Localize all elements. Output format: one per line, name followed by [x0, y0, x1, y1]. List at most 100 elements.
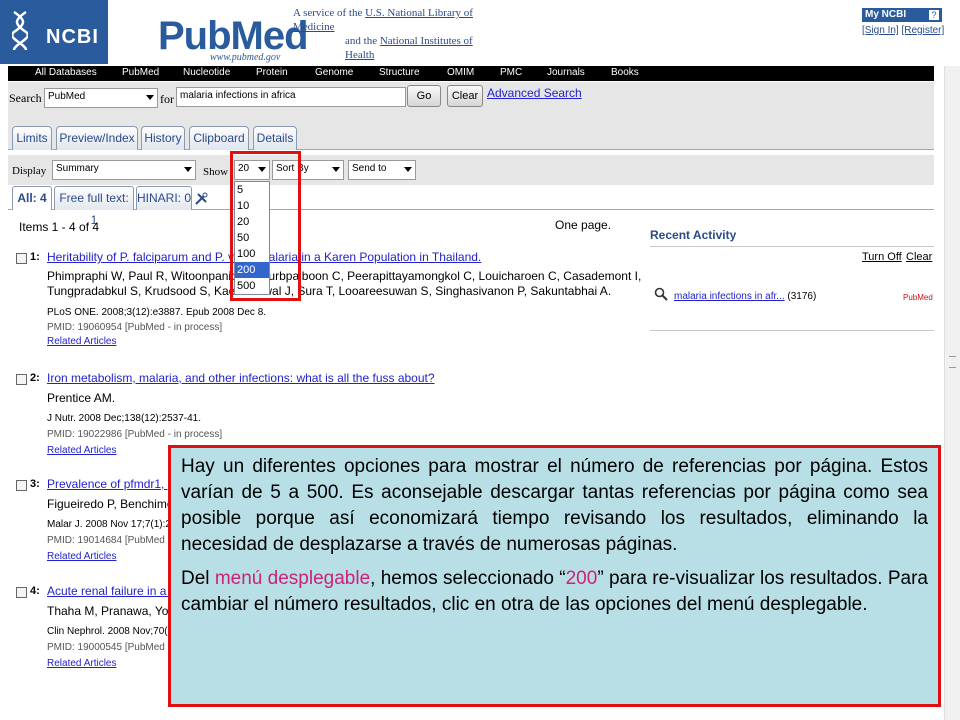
- nav-all-databases[interactable]: All Databases: [35, 67, 97, 78]
- my-ncbi-links: [Sign In] [Register]: [862, 25, 944, 36]
- recent-search-item: malaria infections in afr... (3176): [674, 291, 816, 302]
- display-format-value: Summary: [56, 163, 99, 174]
- nav-genome[interactable]: Genome: [315, 67, 353, 78]
- subtab-free-full-text[interactable]: Free full text: 1: [54, 186, 134, 227]
- result-journal: PLoS ONE. 2008;3(12):e3887. Epub 2008 De…: [47, 307, 267, 318]
- chevron-down-icon: [332, 167, 340, 172]
- search-input[interactable]: malaria infections in africa: [176, 87, 406, 107]
- chevron-down-icon: [146, 95, 154, 100]
- result-number: 2:: [30, 372, 40, 384]
- nav-nucleotide[interactable]: Nucleotide: [183, 67, 230, 78]
- clear-button[interactable]: Clear: [447, 85, 483, 107]
- result-pmid: PMID: 19060954 [PubMed - in process]: [47, 322, 223, 333]
- divider: [650, 330, 934, 331]
- result-journal: J Nutr. 2008 Dec;138(12):2537-41.: [47, 413, 201, 424]
- tab-clipboard[interactable]: Clipboard: [189, 126, 249, 150]
- callout-highlight-200: 200: [565, 568, 598, 589]
- result-title-link[interactable]: Acute renal failure in a pa: [47, 584, 183, 598]
- callout-text-a: Del: [181, 568, 215, 589]
- send-to-value: Send to: [352, 163, 387, 174]
- result-number: 1:: [30, 251, 40, 263]
- callout-highlight-menu: menú desplegable: [214, 568, 371, 589]
- related-articles-link[interactable]: Related Articles: [47, 336, 116, 347]
- ncbi-logo[interactable]: NCBI: [0, 0, 108, 64]
- nav-books[interactable]: Books: [611, 67, 639, 78]
- nav-structure[interactable]: Structure: [379, 67, 420, 78]
- result-checkbox[interactable]: [16, 480, 27, 491]
- recent-search-db: PubMed: [903, 293, 933, 302]
- recent-search-count: (3176): [784, 291, 817, 302]
- result-item: 1: Heritability of P. falciparum and P. …: [16, 250, 641, 350]
- result-authors: Thaha M, Pranawa, Yogia: [47, 604, 185, 618]
- display-format-select[interactable]: Summary: [52, 160, 196, 180]
- database-select[interactable]: PubMed: [44, 88, 158, 108]
- divider: [650, 246, 934, 247]
- advanced-search-link[interactable]: Advanced Search: [487, 86, 582, 100]
- result-checkbox[interactable]: [16, 587, 27, 598]
- go-button[interactable]: Go: [407, 85, 441, 107]
- chevron-down-icon: [404, 167, 412, 172]
- database-select-value: PubMed: [48, 91, 86, 102]
- dropdown-highlight-box: [230, 151, 301, 301]
- result-pmid: PMID: 19022986 [PubMed - in process]: [47, 429, 223, 440]
- subtab-hinari[interactable]: HINARI: 0: [136, 186, 192, 210]
- result-authors: Phimpraphi W, Paul R, Witoonpanich B, Tu…: [47, 269, 642, 283]
- callout-text-b: , hemos seleccionado “: [370, 568, 566, 589]
- send-to-select[interactable]: Send to: [348, 160, 416, 180]
- dna-helix-icon: [12, 10, 28, 51]
- tab-history[interactable]: History: [141, 126, 185, 150]
- filter-subtabs: All: 4 Free full text: 1 HINARI: 0: [8, 185, 934, 227]
- nav-protein[interactable]: Protein: [256, 67, 288, 78]
- related-articles-link[interactable]: Related Articles: [47, 551, 116, 562]
- result-authors-cont: Tungpradabkul S, Krudsood S, Kaewkunwal …: [47, 284, 612, 298]
- result-checkbox[interactable]: [16, 253, 27, 264]
- pubmed-url: www.pubmed.gov: [210, 52, 281, 63]
- recent-activity-title: Recent Activity: [650, 228, 737, 242]
- items-count: Items 1 - 4 of 4: [19, 220, 100, 234]
- show-label: Show: [203, 166, 229, 178]
- related-articles-link[interactable]: Related Articles: [47, 658, 116, 669]
- nav-journals[interactable]: Journals: [547, 67, 585, 78]
- register-link[interactable]: [Register]: [901, 25, 944, 36]
- tab-details[interactable]: Details: [253, 126, 297, 150]
- chevron-down-icon: [184, 167, 192, 172]
- result-checkbox[interactable]: [16, 374, 27, 385]
- search-bar: Search PubMed for malaria infections in …: [8, 82, 934, 112]
- recent-search-link[interactable]: malaria infections in afr...: [674, 291, 785, 302]
- turn-off-link[interactable]: Turn Off: [862, 251, 902, 263]
- explanation-callout: Hay un diferentes opciones para mostrar …: [168, 445, 941, 707]
- nav-pubmed[interactable]: PubMed: [122, 67, 159, 78]
- database-nav-bar: All Databases PubMed Nucleotide Protein …: [8, 66, 934, 81]
- service-text-1: A service of the: [293, 7, 366, 19]
- subtab-all[interactable]: All: 4: [12, 186, 52, 210]
- result-journal: Malar J. 2008 Nov 17;7(1):236: [47, 519, 183, 530]
- sign-in-link[interactable]: [Sign In]: [862, 25, 899, 36]
- related-articles-link[interactable]: Related Articles: [47, 445, 116, 456]
- callout-paragraph-2: Del menú desplegable, hemos seleccionado…: [181, 566, 928, 618]
- result-title-link[interactable]: Iron metabolism, malaria, and other infe…: [47, 371, 435, 385]
- display-options-bar: Display Summary Show 20 Sort By Send to: [8, 155, 934, 185]
- scrollbar-grip[interactable]: [949, 356, 956, 368]
- callout-paragraph-1: Hay un diferentes opciones para mostrar …: [181, 456, 928, 555]
- vertical-scrollbar[interactable]: [944, 66, 960, 720]
- result-number: 3:: [30, 478, 40, 490]
- result-authors: Prentice AM.: [47, 391, 116, 405]
- nav-pmc[interactable]: PMC: [500, 67, 522, 78]
- my-ncbi-box: My NCBI ? [Sign In] [Register]: [862, 8, 944, 46]
- service-text-2: and the: [345, 35, 380, 47]
- tab-limits[interactable]: Limits: [12, 126, 52, 150]
- ncbi-logo-text: NCBI: [46, 26, 99, 48]
- page-count: One page.: [555, 218, 612, 232]
- pubmed-logo[interactable]: PubMed www.pubmed.gov: [158, 2, 309, 64]
- result-journal: Clin Nephrol. 2008 Nov;70(5);: [47, 626, 180, 637]
- tools-icon[interactable]: [194, 192, 208, 206]
- result-number: 4:: [30, 585, 40, 597]
- result-pmid: PMID: 19000545 [PubMed - in: [47, 642, 182, 653]
- nav-omim[interactable]: OMIM: [447, 67, 474, 78]
- for-label: for: [160, 92, 174, 106]
- help-icon[interactable]: ?: [929, 10, 939, 20]
- tab-preview-index[interactable]: Preview/Index: [56, 126, 138, 150]
- search-label: Search: [9, 91, 42, 105]
- clear-activity-link[interactable]: Clear: [906, 251, 932, 263]
- tabs-bar: Limits Preview/Index History Clipboard D…: [8, 112, 934, 150]
